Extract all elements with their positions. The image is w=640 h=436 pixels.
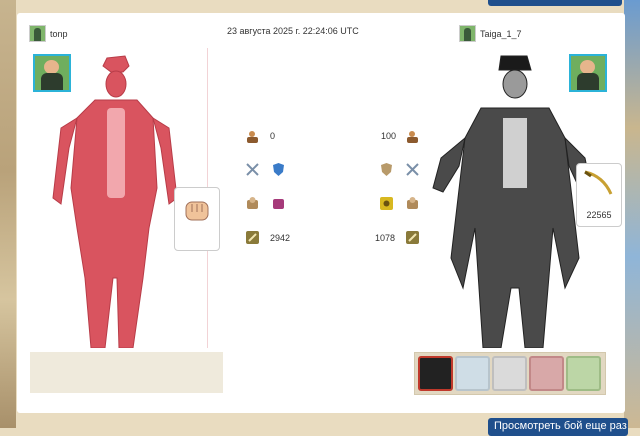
- player1-stat-strength: 0: [270, 131, 276, 141]
- replay-battle-button[interactable]: Просмотреть бой еще раз: [488, 418, 628, 436]
- top-action-button[interactable]: [488, 0, 622, 6]
- gold-armor-icon: [380, 197, 393, 210]
- player2-weapon-card[interactable]: 22565: [576, 163, 622, 227]
- skill-fury-icon[interactable]: [418, 356, 453, 391]
- player1-info-box: [30, 352, 223, 393]
- battle-header: tonp 23 августа 2025 г. 22:24:06 UTC Tai…: [17, 13, 625, 49]
- crossed-swords-icon: [246, 163, 259, 176]
- skill-rage-icon[interactable]: [529, 356, 564, 391]
- battle-timestamp: 23 августа 2025 г. 22:24:06 UTC: [227, 26, 359, 36]
- skill-shield-icon[interactable]: [455, 356, 490, 391]
- player1-name[interactable]: tonp: [50, 29, 68, 39]
- strength-icon: [247, 131, 258, 143]
- armor-icon: [247, 197, 258, 209]
- weapon-value: 22565: [586, 210, 612, 220]
- battle-result-panel: tonp 23 августа 2025 г. 22:24:06 UTC Tai…: [17, 13, 625, 413]
- saber-icon: [584, 170, 613, 195]
- player2-avatar[interactable]: [569, 54, 607, 92]
- player1-header: tonp: [29, 25, 68, 42]
- player1-avatar[interactable]: [33, 54, 71, 92]
- player2-name[interactable]: Taiga_1_7: [480, 29, 522, 39]
- player2-stat-damage: 1078: [375, 233, 396, 243]
- damage-icon: [246, 231, 259, 244]
- player1-weapon-card[interactable]: [174, 187, 220, 251]
- skill-heal-icon[interactable]: [566, 356, 601, 391]
- background-left: [0, 0, 16, 428]
- player2-stat-strength: 100: [381, 131, 397, 141]
- shield-icon: [273, 163, 284, 176]
- skill-stun-icon[interactable]: [492, 356, 527, 391]
- player1-mini-avatar[interactable]: [29, 25, 46, 42]
- skills-strip: [414, 352, 606, 395]
- player1-stat-damage: 2942: [270, 233, 291, 243]
- player2-mini-avatar[interactable]: [459, 25, 476, 42]
- player2-header: Taiga_1_7: [459, 25, 522, 42]
- potion-icon: [273, 199, 284, 209]
- heraldry-shield-icon: [381, 163, 392, 176]
- fist-icon: [185, 201, 209, 221]
- background-right: [624, 0, 640, 428]
